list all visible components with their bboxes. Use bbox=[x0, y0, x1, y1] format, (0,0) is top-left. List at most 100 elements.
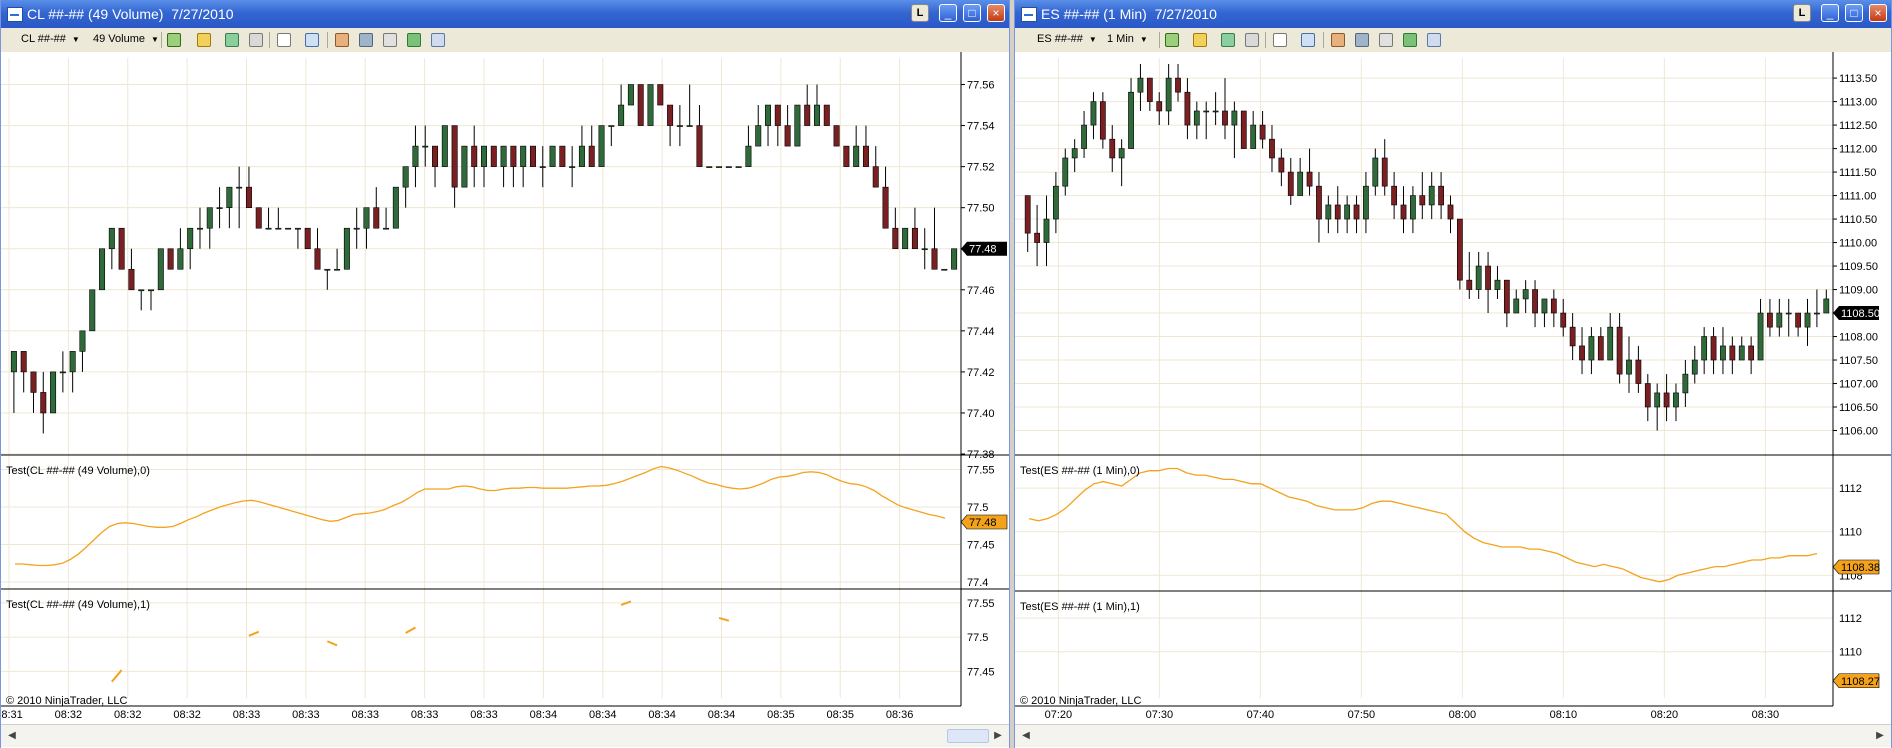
candle-body bbox=[1503, 279, 1510, 314]
link-button[interactable]: L bbox=[1793, 4, 1811, 22]
pin-icon[interactable] bbox=[225, 33, 239, 47]
candle-body bbox=[1259, 124, 1266, 140]
scroll-thumb[interactable] bbox=[947, 729, 989, 743]
link-button[interactable]: L bbox=[911, 4, 929, 22]
minimize-button[interactable]: _ bbox=[1821, 4, 1839, 22]
candle-body bbox=[608, 125, 615, 127]
candle-body bbox=[1306, 171, 1313, 187]
pointer-icon[interactable] bbox=[1273, 33, 1287, 47]
period-select[interactable]: 1 Min ▼ bbox=[1107, 32, 1148, 47]
maximize-button[interactable]: □ bbox=[1845, 4, 1863, 22]
pin-icon[interactable] bbox=[1221, 33, 1235, 47]
candle-body bbox=[1663, 392, 1670, 408]
pointer-icon[interactable] bbox=[277, 33, 291, 47]
cl-chart-window[interactable]: CL ##-## (49 Volume) 7/27/2010 L _ □ × C… bbox=[0, 0, 1010, 748]
title-bar[interactable]: CL ##-## (49 Volume) 7/27/2010 L _ □ × bbox=[1, 0, 1009, 28]
layout-icon[interactable] bbox=[431, 33, 445, 47]
candle-body bbox=[383, 227, 390, 230]
candle-body bbox=[1494, 279, 1501, 290]
strategy-icon[interactable] bbox=[1355, 33, 1369, 47]
candle-body bbox=[1146, 77, 1153, 102]
period-value: 49 Volume bbox=[93, 33, 145, 45]
candle-body bbox=[1269, 138, 1275, 159]
maximize-button[interactable]: □ bbox=[963, 4, 981, 22]
es-chart-canvas[interactable]: 07:20 07:30 07:40 07:50 08:00 08:10 08:20 08:30… bbox=[1015, 52, 1891, 724]
candle-body bbox=[1729, 345, 1736, 361]
candle-body bbox=[1287, 171, 1294, 196]
candle-body bbox=[285, 227, 292, 230]
candle-body bbox=[1748, 345, 1755, 361]
time-axis-label: 08:33 bbox=[292, 709, 320, 721]
dollar-icon[interactable] bbox=[407, 33, 421, 47]
candle-body bbox=[539, 166, 546, 168]
price-axis-label: 1106.00 bbox=[1839, 426, 1878, 438]
price-axis-label: 1111.00 bbox=[1839, 191, 1876, 203]
candle-body bbox=[1757, 312, 1764, 361]
horizontal-scrollbar[interactable]: ◀ ▶ bbox=[1, 724, 1009, 747]
candles-icon[interactable] bbox=[1165, 33, 1179, 47]
zoom-icon[interactable] bbox=[305, 33, 319, 47]
scroll-right-icon[interactable]: ▶ bbox=[1873, 729, 1887, 743]
candle-body bbox=[1776, 312, 1783, 328]
time-axis-label: 08:20 bbox=[1651, 709, 1679, 721]
period-select[interactable]: 49 Volume ▼ bbox=[93, 32, 159, 47]
strategy-icon[interactable] bbox=[359, 33, 373, 47]
crosshair-icon[interactable] bbox=[1245, 33, 1259, 47]
cl-chart-canvas[interactable]: 08:31 08:32 08:32 08:32 08:33 08:33 08:33 08:33… bbox=[1, 52, 1009, 724]
candle-body bbox=[451, 125, 458, 188]
time-axis-label: 08:34 bbox=[708, 709, 736, 721]
toolbar-separator bbox=[327, 32, 328, 48]
candle-body bbox=[99, 248, 106, 291]
properties-icon[interactable] bbox=[335, 33, 349, 47]
time-axis-label: 08:34 bbox=[648, 709, 676, 721]
scroll-left-icon[interactable]: ◀ bbox=[5, 729, 19, 743]
price-axis-label: 1106.50 bbox=[1839, 402, 1878, 414]
zoom-icon[interactable] bbox=[1301, 33, 1315, 47]
scroll-left-icon[interactable]: ◀ bbox=[1019, 729, 1033, 743]
candle-body bbox=[872, 166, 879, 188]
candle-body bbox=[69, 351, 76, 373]
indicator-0-last-label: 1108.38 bbox=[1841, 562, 1880, 574]
dollar-icon[interactable] bbox=[1403, 33, 1417, 47]
candle-body bbox=[1250, 124, 1257, 149]
pencil-icon[interactable] bbox=[197, 33, 211, 47]
candles-icon[interactable] bbox=[167, 33, 181, 47]
title-bar[interactable]: ES ##-## (1 Min) 7/27/2010 L _ □ × bbox=[1015, 0, 1891, 28]
candle-body bbox=[569, 166, 576, 168]
candle-body bbox=[676, 125, 683, 127]
candle-body bbox=[1193, 110, 1200, 126]
candle-body bbox=[1175, 77, 1181, 93]
candle-body bbox=[1043, 218, 1050, 243]
pencil-icon[interactable] bbox=[1193, 33, 1207, 47]
close-button[interactable]: × bbox=[987, 4, 1005, 22]
price-axis-label: 77.54 bbox=[967, 121, 995, 133]
window-app-icon bbox=[1021, 7, 1037, 22]
instrument-select[interactable]: ES ##-## ▼ bbox=[1037, 32, 1097, 47]
candle-body bbox=[490, 145, 497, 167]
scroll-right-icon[interactable]: ▶ bbox=[991, 729, 1005, 743]
candle-body bbox=[1071, 148, 1078, 159]
chart-icon[interactable] bbox=[383, 33, 397, 47]
close-button[interactable]: × bbox=[1869, 4, 1887, 22]
candle-body bbox=[549, 145, 556, 167]
instrument-select[interactable]: CL ##-## ▼ bbox=[21, 32, 80, 47]
candle-body bbox=[343, 227, 350, 270]
candle-body bbox=[265, 227, 272, 230]
chart-icon[interactable] bbox=[1379, 33, 1393, 47]
horizontal-scrollbar[interactable]: ◀ ▶ bbox=[1015, 724, 1891, 747]
candle-body bbox=[902, 227, 909, 250]
crosshair-icon[interactable] bbox=[249, 33, 263, 47]
price-axis-label: 77.40 bbox=[967, 408, 995, 420]
properties-icon[interactable] bbox=[1331, 33, 1345, 47]
candle-body bbox=[833, 125, 840, 147]
candle-body bbox=[588, 145, 595, 167]
candle-body bbox=[1795, 312, 1801, 328]
minimize-button[interactable]: _ bbox=[939, 4, 957, 22]
candle-body bbox=[1212, 110, 1219, 113]
last-price-label: 77.48 bbox=[969, 244, 997, 256]
candle-body bbox=[1644, 383, 1651, 408]
es-chart-window[interactable]: ES ##-## (1 Min) 7/27/2010 L _ □ × ES ##… bbox=[1014, 0, 1892, 748]
layout-icon[interactable] bbox=[1427, 33, 1441, 47]
candle-body bbox=[314, 248, 321, 270]
candle-body bbox=[1165, 77, 1172, 112]
